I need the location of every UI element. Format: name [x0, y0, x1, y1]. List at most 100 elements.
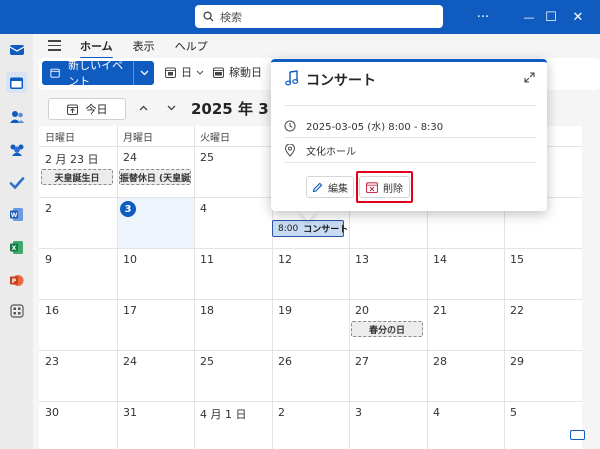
svg-text:W: W: [11, 212, 18, 219]
tab-help[interactable]: ヘルプ: [175, 38, 208, 54]
svg-text:P: P: [12, 278, 17, 285]
ribbon-tabs: ホーム 表示 ヘルプ: [80, 36, 228, 59]
groups-icon[interactable]: [6, 138, 27, 159]
new-event-label: 新しいイベント: [68, 59, 124, 88]
day-cell-date[interactable]: 28: [433, 355, 447, 368]
day-cell-date[interactable]: 29: [510, 355, 524, 368]
day-cell-date[interactable]: 20: [355, 304, 369, 317]
grid-line: [39, 350, 582, 351]
chevron-down-icon: [167, 105, 175, 111]
music-note-icon: [285, 70, 299, 86]
title-bar: 検索 ··· — ☐ ✕: [0, 0, 600, 34]
day-cell-date[interactable]: 2 月 23 日: [45, 151, 99, 167]
chevron-down-icon: [196, 70, 204, 75]
day-cell-date[interactable]: 17: [123, 304, 137, 317]
close-button[interactable]: ✕: [555, 0, 600, 34]
edit-button[interactable]: 編集: [306, 176, 354, 198]
location-pin-icon: [284, 144, 296, 157]
excel-icon[interactable]: X: [6, 237, 27, 258]
tab-home[interactable]: ホーム: [80, 38, 113, 59]
popup-divider: [284, 137, 536, 138]
weekday-sunday: 日曜日: [45, 132, 75, 144]
day-cell-date[interactable]: 22: [510, 304, 524, 317]
edit-label: 編集: [328, 183, 348, 195]
popup-datetime-row: 2025-03-05 (水) 8:00 - 8:30: [284, 118, 443, 133]
new-event-button[interactable]: 新しいイベント: [42, 59, 154, 88]
day-cell-date[interactable]: 31: [123, 406, 137, 419]
holiday-substitute[interactable]: 振替休日 (天皇誕: [119, 169, 191, 185]
day-cell-date[interactable]: 2: [278, 406, 285, 419]
day-cell-date[interactable]: 4 月 1 日: [200, 406, 247, 422]
day-cell-date[interactable]: 23: [45, 355, 59, 368]
today-button[interactable]: 今日: [48, 98, 126, 120]
day-cell-date[interactable]: 21: [433, 304, 447, 317]
clock-icon: [284, 119, 296, 132]
event-chip-concert[interactable]: 8:00 コンサート: [272, 220, 348, 237]
tab-view[interactable]: 表示: [133, 38, 155, 54]
mail-icon[interactable]: [6, 38, 27, 59]
day-cell-date[interactable]: 18: [200, 304, 214, 317]
day-cell-date[interactable]: 25: [200, 355, 214, 368]
powerpoint-icon[interactable]: P: [6, 270, 27, 291]
grid-line: [39, 299, 582, 300]
day-cell-date[interactable]: 4: [433, 406, 440, 419]
popup-divider: [284, 105, 536, 106]
holiday-vernal-equinox[interactable]: 春分の日: [351, 321, 423, 337]
pencil-icon: [312, 182, 323, 192]
menu-toggle-icon[interactable]: [48, 40, 61, 51]
day-cell-date[interactable]: 10: [123, 253, 137, 266]
day-cell-date[interactable]: 24: [123, 355, 137, 368]
day-cell-date[interactable]: 13: [355, 253, 369, 266]
previous-month-button[interactable]: [137, 101, 149, 115]
day-cell-date[interactable]: 5: [510, 406, 517, 419]
grid-line: [39, 248, 582, 249]
day-cell-date[interactable]: 4: [200, 202, 207, 215]
new-event-dropdown[interactable]: [134, 70, 154, 76]
view-day-button[interactable]: 日: [165, 64, 204, 80]
day-cell-date[interactable]: 12: [278, 253, 292, 266]
popup-location: 文化ホール: [306, 147, 356, 158]
day-cell-date[interactable]: 15: [510, 253, 524, 266]
expand-icon[interactable]: [524, 72, 535, 83]
todo-icon[interactable]: [6, 172, 27, 193]
day-cell-date[interactable]: 25: [200, 151, 214, 164]
popup-datetime: 2025-03-05 (水) 8:00 - 8:30: [306, 122, 444, 133]
search-placeholder: 検索: [220, 10, 242, 24]
more-apps-icon[interactable]: [6, 300, 27, 321]
event-chip-time: 8:00: [278, 223, 299, 234]
day-cell-date[interactable]: 14: [433, 253, 447, 266]
day-cell-date[interactable]: 24: [123, 151, 137, 164]
day-cell-date[interactable]: 11: [200, 253, 214, 266]
day-cell-date[interactable]: 27: [355, 355, 369, 368]
next-month-button[interactable]: [165, 101, 177, 115]
search-box[interactable]: 検索: [195, 5, 443, 28]
new-event-icon: [50, 68, 60, 78]
work-week-button[interactable]: 稼動日: [213, 64, 262, 80]
app-rail: W X P: [0, 34, 33, 449]
day-cell-date[interactable]: 30: [45, 406, 59, 419]
day-cell-date[interactable]: 16: [45, 304, 59, 317]
today-date-badge[interactable]: 3: [120, 201, 136, 217]
day-cell-date[interactable]: 2: [45, 202, 52, 215]
day-cell-date[interactable]: 9: [45, 253, 52, 266]
search-icon: [203, 11, 214, 22]
holiday-emperor-birthday[interactable]: 天皇誕生日: [41, 169, 113, 185]
calendar-icon[interactable]: [6, 72, 27, 93]
popup-location-row: 文化ホール: [284, 143, 356, 158]
weekday-monday: 月曜日: [123, 132, 153, 144]
more-options-button[interactable]: ···: [460, 0, 506, 34]
new-event-main[interactable]: 新しいイベント: [42, 59, 134, 88]
work-week-label: 稼動日: [229, 66, 262, 79]
word-icon[interactable]: W: [6, 204, 27, 225]
people-icon[interactable]: [6, 106, 27, 127]
day-cell-date[interactable]: 3: [355, 406, 362, 419]
popup-title: コンサート: [306, 73, 376, 89]
popup-divider: [284, 162, 536, 163]
day-cell-date[interactable]: 26: [278, 355, 292, 368]
day-view-icon: [165, 67, 176, 78]
day-cell-date[interactable]: 19: [278, 304, 292, 317]
svg-text:X: X: [12, 245, 17, 252]
today-label: 今日: [85, 103, 108, 116]
panel-toggle-icon[interactable]: [570, 430, 585, 440]
event-chip-title: コンサート: [303, 225, 349, 235]
